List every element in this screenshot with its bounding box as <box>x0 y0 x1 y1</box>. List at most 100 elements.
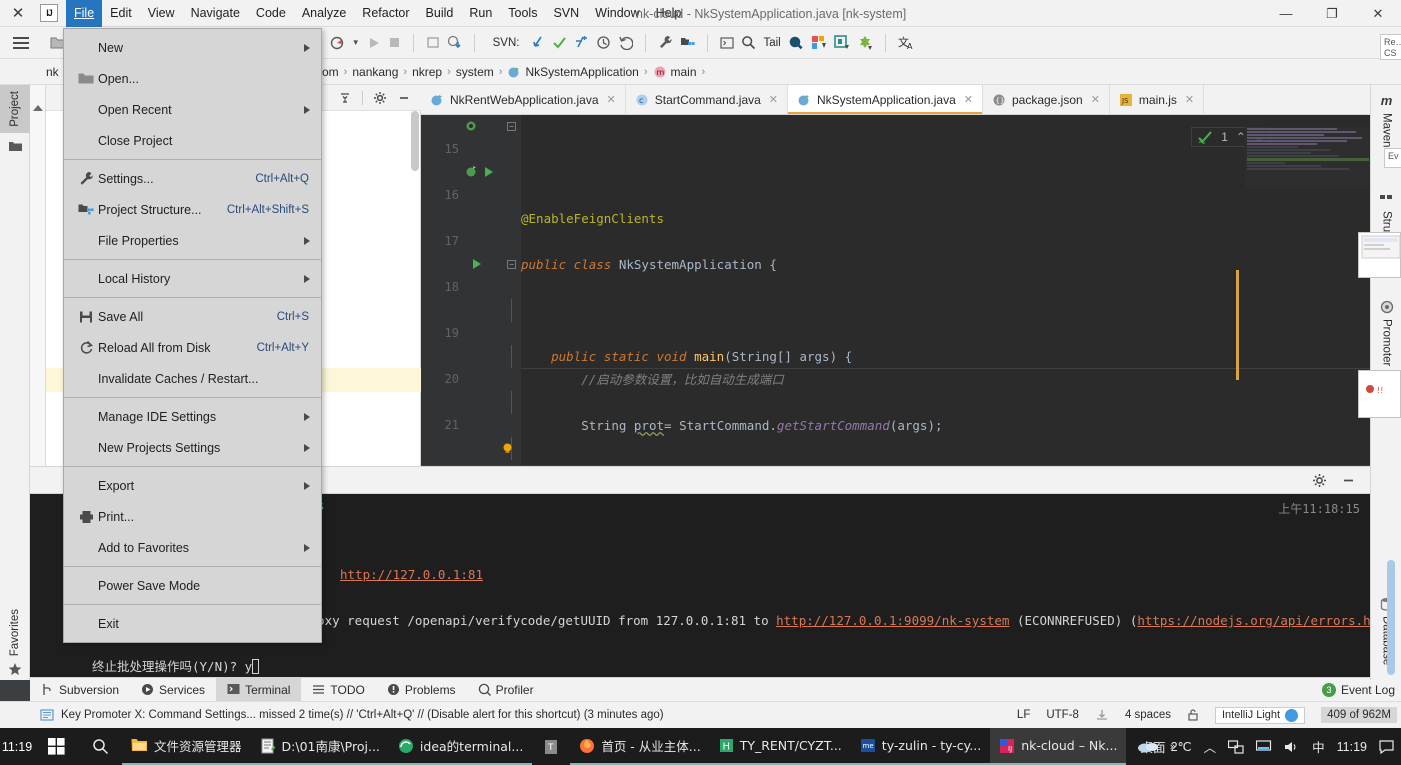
code-editor[interactable]: 15 − @EnableFeignClients 16 public class… <box>421 115 1381 465</box>
minimize-button[interactable]: — <box>1263 0 1309 27</box>
taskbar-search-icon[interactable] <box>78 738 122 755</box>
menu-item-print[interactable]: Print... <box>64 501 321 532</box>
menu-item-power-save-mode[interactable]: Power Save Mode <box>64 570 321 601</box>
menu-item-exit[interactable]: Exit <box>64 608 321 639</box>
download-icon[interactable] <box>1095 708 1109 722</box>
svn-add-icon[interactable] <box>574 35 589 50</box>
editor-tab-startcommand[interactable]: c StartCommand.java ✕ <box>625 85 789 114</box>
spring-boot-gutter-icon[interactable] <box>465 165 478 178</box>
event-popup[interactable]: Ev <box>1384 148 1401 168</box>
profile-dropdown-icon[interactable]: ▼ <box>352 38 360 47</box>
crumb-nankang[interactable]: nankang <box>352 65 398 79</box>
battery-icon[interactable] <box>1256 740 1272 753</box>
menu-item-new-projects-settings[interactable]: New Projects Settings <box>64 432 321 463</box>
spring-bean-gutter-icon[interactable] <box>465 119 478 132</box>
menu-item-add-to-favorites[interactable]: Add to Favorites <box>64 532 321 563</box>
menu-item-project-structure[interactable]: Project Structure... Ctrl+Alt+Shift+S <box>64 194 321 225</box>
menu-item-new[interactable]: New <box>64 32 321 63</box>
close-icon[interactable]: ✕ <box>964 93 973 106</box>
start-button[interactable] <box>34 738 78 755</box>
tab-terminal[interactable]: Terminal <box>216 677 302 702</box>
window-close-left-icon[interactable]: ✕ <box>0 0 36 27</box>
editor-minimap[interactable] <box>1245 127 1373 187</box>
plugin-toolbar-icon[interactable] <box>857 35 873 51</box>
search-icon[interactable] <box>741 35 756 50</box>
ime-indicator[interactable]: 中 <box>1312 737 1325 756</box>
run-gutter-icon[interactable] <box>483 166 494 178</box>
close-button[interactable]: ✕ <box>1355 0 1401 27</box>
intention-bulb-icon[interactable] <box>501 442 514 455</box>
editor-tab-mainjs[interactable]: JS main.js ✕ <box>1109 85 1205 114</box>
menu-item-local-history[interactable]: Local History <box>64 263 321 294</box>
tab-problems[interactable]: Problems <box>376 678 467 702</box>
indent-label[interactable]: 4 spaces <box>1125 709 1171 721</box>
taskbar-item-intellij[interactable]: IJ nk-cloud – Nk... <box>990 728 1127 765</box>
fold-marker[interactable]: − <box>507 122 516 131</box>
svn-commit-icon[interactable] <box>552 35 567 50</box>
menu-build[interactable]: Build <box>418 0 462 27</box>
settings-wrench-icon[interactable] <box>658 35 673 50</box>
taskbar-item-hbuilder[interactable]: H TY_RENT/CYZT... <box>709 728 851 765</box>
taskbar-item-text[interactable]: T <box>532 728 570 765</box>
encoding-label[interactable]: UTF-8 <box>1046 709 1079 721</box>
search-everywhere-icon[interactable] <box>788 35 804 51</box>
menu-view[interactable]: View <box>140 0 183 27</box>
menu-item-save-all[interactable]: Save All Ctrl+S <box>64 301 321 332</box>
crumb-method[interactable]: m main <box>653 65 697 79</box>
close-icon[interactable]: ✕ <box>769 93 778 106</box>
tail-label[interactable]: Tail <box>763 37 780 49</box>
editor-tab-packagejson[interactable]: {} package.json ✕ <box>982 85 1110 114</box>
right-scrollbar[interactable] <box>1387 560 1395 675</box>
menu-hamburger-icon[interactable] <box>6 36 36 49</box>
project-settings-gear-icon[interactable] <box>373 91 387 105</box>
crumb-class[interactable]: NkSystemApplication <box>507 65 639 79</box>
run-method-gutter-icon[interactable] <box>471 258 482 270</box>
menu-edit[interactable]: Edit <box>102 0 140 27</box>
git-toolbar-icon[interactable] <box>833 34 850 51</box>
sidebar-item-database[interactable]: Database <box>1371 597 1401 670</box>
crumb-nkrep[interactable]: nkrep <box>412 65 442 79</box>
terminal-url-1[interactable]: http://127.0.0.1:81 <box>340 567 483 582</box>
taskbar-clock[interactable]: 11:19 <box>1337 740 1367 754</box>
tab-subversion[interactable]: Subversion <box>30 678 130 702</box>
sidebar-item-promoter[interactable]: Promoter <box>1371 300 1401 371</box>
project-hide-icon[interactable] <box>397 91 411 105</box>
terminal-settings-gear-icon[interactable] <box>1312 473 1327 488</box>
weather-cloud-icon[interactable] <box>1137 739 1159 754</box>
menu-svn[interactable]: SVN <box>545 0 587 27</box>
menu-item-export[interactable]: Export <box>64 470 321 501</box>
project-folder-icon[interactable] <box>0 140 30 153</box>
taskbar-item-explorer[interactable]: 文件资源管理器 <box>122 728 251 765</box>
terminal-hide-icon[interactable] <box>1341 473 1356 488</box>
notification-center-icon[interactable] <box>1379 739 1395 754</box>
fold-marker[interactable]: − <box>507 260 516 269</box>
close-icon[interactable]: ✕ <box>607 93 616 106</box>
menu-item-open[interactable]: Open... <box>64 63 321 94</box>
taskbar-item-notepad[interactable]: D:\01南康\Proj... <box>250 728 389 765</box>
svn-update-icon[interactable] <box>530 35 545 50</box>
menu-item-invalidate-caches[interactable]: Invalidate Caches / Restart... <box>64 363 321 394</box>
svn-history-icon[interactable] <box>596 35 611 50</box>
sidebar-item-favorites[interactable]: Favorites <box>0 603 30 676</box>
close-icon[interactable]: ✕ <box>1091 93 1100 106</box>
project-scrollbar[interactable] <box>411 111 419 171</box>
menu-refactor[interactable]: Refactor <box>354 0 417 27</box>
line-separator-label[interactable]: LF <box>1017 709 1030 721</box>
update-project-icon[interactable] <box>426 36 440 50</box>
memory-indicator[interactable]: 409 of 962M <box>1321 707 1397 723</box>
theme-switcher[interactable]: IntelliJ Light <box>1214 706 1306 724</box>
project-structure-toolbar-icon[interactable] <box>680 36 695 50</box>
menu-code[interactable]: Code <box>248 0 294 27</box>
tab-services[interactable]: Services <box>130 678 216 702</box>
notification-icon[interactable] <box>40 708 54 722</box>
menu-run[interactable]: Run <box>461 0 500 27</box>
menu-item-file-properties[interactable]: File Properties <box>64 225 321 256</box>
menu-tools[interactable]: Tools <box>500 0 545 27</box>
editor-tab-nkrentwebapplication[interactable]: NkRentWebApplication.java ✕ <box>421 85 626 114</box>
maximize-button[interactable]: ❐ <box>1309 0 1355 27</box>
database-toolbar-icon[interactable] <box>811 35 827 51</box>
editor-tab-nksystemapplication[interactable]: NkSystemApplication.java ✕ <box>788 85 983 114</box>
tab-todo[interactable]: TODO <box>301 678 375 702</box>
menu-navigate[interactable]: Navigate <box>183 0 248 27</box>
tray-expand-icon[interactable]: ︿ <box>1204 737 1217 756</box>
